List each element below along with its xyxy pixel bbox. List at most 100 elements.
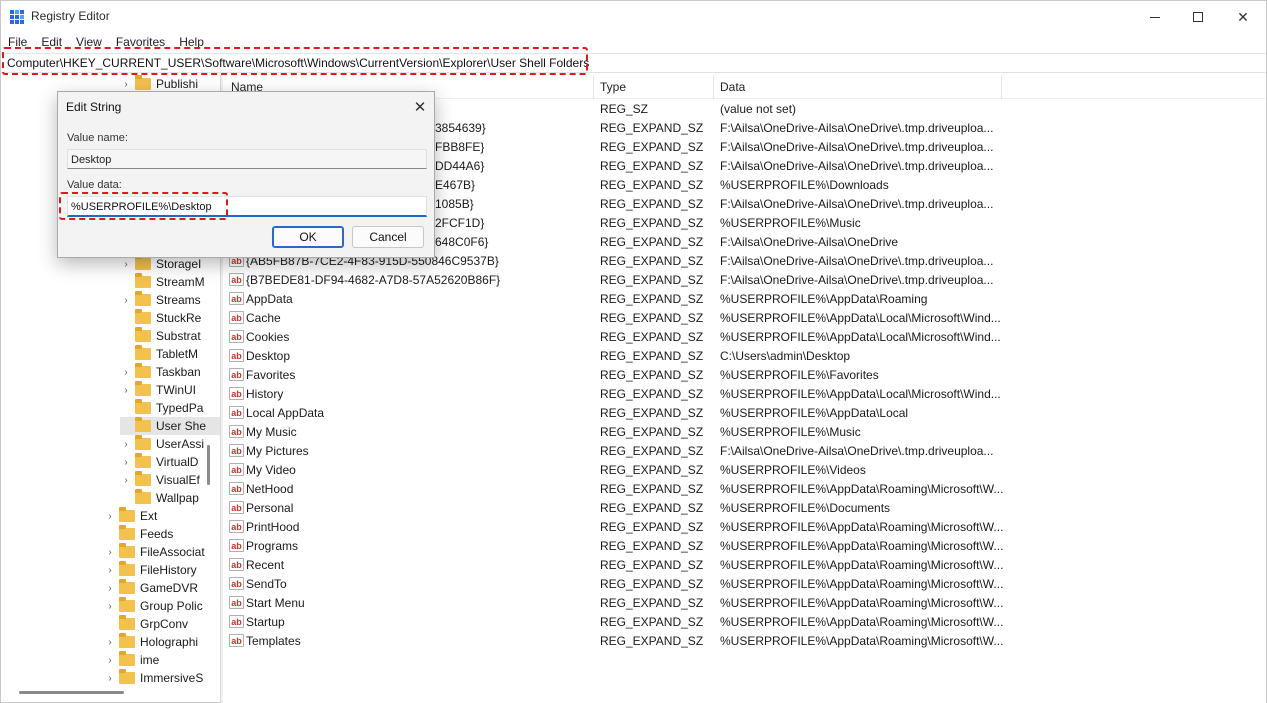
value-name-cell: 1085B} xyxy=(435,194,474,213)
tree-item[interactable]: StuckRe xyxy=(120,309,220,327)
column-divider[interactable] xyxy=(593,75,594,99)
value-row[interactable]: ab My Music REG_EXPAND_SZ %USERPROFILE%\Mus… xyxy=(223,422,1003,441)
tree-item[interactable]: › FileAssociat xyxy=(104,543,220,561)
menu-file[interactable]: File xyxy=(1,33,34,51)
tree-item[interactable]: Substrat xyxy=(120,327,220,345)
chevron-right-icon[interactable]: › xyxy=(120,439,132,450)
tree-item[interactable]: › TWinUI xyxy=(120,381,220,399)
value-row[interactable]: ab Programs REG_EXPAND_SZ %USERPROFILE%\App… xyxy=(223,536,1003,555)
value-row[interactable]: ab Favorites REG_EXPAND_SZ %USERPROFILE%\Fa… xyxy=(223,365,1003,384)
value-type: REG_EXPAND_SZ xyxy=(600,235,704,249)
value-name-label: Value name: xyxy=(67,132,128,144)
tree-item[interactable]: › Streams xyxy=(120,291,220,309)
chevron-right-icon[interactable]: › xyxy=(104,655,116,666)
value-row[interactable]: ab Desktop REG_EXPAND_SZ C:\Users\admin\Des… xyxy=(223,346,1003,365)
value-type: REG_EXPAND_SZ xyxy=(600,159,704,173)
value-row[interactable]: ab Personal REG_EXPAND_SZ %USERPROFILE%\Doc… xyxy=(223,498,1003,517)
column-header-data[interactable]: Data xyxy=(720,80,745,94)
tree-item[interactable]: › Taskban xyxy=(120,363,220,381)
chevron-right-icon[interactable]: › xyxy=(120,79,132,90)
value-row[interactable]: ab Cookies REG_EXPAND_SZ %USERPROFILE%\AppD… xyxy=(223,327,1003,346)
chevron-right-icon[interactable]: › xyxy=(120,295,132,306)
menu-view[interactable]: View xyxy=(69,33,109,51)
minimize-button[interactable] xyxy=(1132,1,1178,33)
tree-item[interactable]: GrpConv xyxy=(104,615,220,633)
menu-help[interactable]: Help xyxy=(172,33,211,51)
value-data: %USERPROFILE%\AppData\Roaming xyxy=(720,292,928,306)
chevron-right-icon[interactable]: › xyxy=(104,637,116,648)
column-header-type[interactable]: Type xyxy=(600,80,626,94)
value-name-cell: ab Cache xyxy=(229,308,281,327)
value-row[interactable]: ab AppData REG_EXPAND_SZ %USERPROFILE%\AppD… xyxy=(223,289,1003,308)
value-row[interactable]: ab Cache REG_EXPAND_SZ %USERPROFILE%\AppDat… xyxy=(223,308,1003,327)
value-row[interactable]: ab Templates REG_EXPAND_SZ %USERPROFILE%\Ap… xyxy=(223,631,1003,650)
chevron-right-icon[interactable]: › xyxy=(120,457,132,468)
chevron-right-icon[interactable]: › xyxy=(120,475,132,486)
address-path[interactable]: Computer\HKEY_CURRENT_USER\Software\Micr… xyxy=(7,56,589,70)
value-row[interactable]: ab History REG_EXPAND_SZ %USERPROFILE%\AppD… xyxy=(223,384,1003,403)
tree-item[interactable]: › VisualEf xyxy=(120,471,220,489)
value-row[interactable]: ab {B7BEDE81-DF94-4682-A7D8-57A52620B86F}… xyxy=(223,270,1003,289)
chevron-right-icon[interactable]: › xyxy=(120,367,132,378)
tree-item[interactable]: › ime xyxy=(104,651,220,669)
chevron-right-icon[interactable]: › xyxy=(120,385,132,396)
column-divider[interactable] xyxy=(1001,75,1002,99)
tree-item[interactable]: › FileHistory xyxy=(104,561,220,579)
value-name-cell: ab Desktop xyxy=(229,346,290,365)
value-name-cell: ab My Pictures xyxy=(229,441,309,460)
tree-item[interactable]: › GameDVR xyxy=(104,579,220,597)
value-name-cell: ab PrintHood xyxy=(229,517,299,536)
chevron-right-icon[interactable]: › xyxy=(104,511,116,522)
value-row[interactable]: ab My Video REG_EXPAND_SZ %USERPROFILE%\Vid… xyxy=(223,460,1003,479)
tree-item[interactable]: TabletM xyxy=(120,345,220,363)
tree-horizontal-scrollbar[interactable] xyxy=(19,691,124,694)
tree-item[interactable]: › VirtualD xyxy=(120,453,220,471)
tree-vertical-scrollbar[interactable] xyxy=(207,445,210,485)
address-bar[interactable]: Computer\HKEY_CURRENT_USER\Software\Micr… xyxy=(1,53,1266,73)
tree-item[interactable]: › Holographi xyxy=(104,633,220,651)
chevron-right-icon[interactable]: › xyxy=(104,601,116,612)
value-row[interactable]: ab My Pictures REG_EXPAND_SZ F:\Ailsa\OneDr… xyxy=(223,441,1003,460)
folder-icon xyxy=(119,543,135,558)
tree-item[interactable]: › Ext xyxy=(104,507,220,525)
ok-button[interactable]: OK xyxy=(272,226,344,248)
tree-item[interactable]: TypedPa xyxy=(120,399,220,417)
maximize-button[interactable] xyxy=(1175,1,1221,33)
value-name-cell: FBB8FE} xyxy=(435,137,484,156)
value-row[interactable]: ab NetHood REG_EXPAND_SZ %USERPROFILE%\AppD… xyxy=(223,479,1003,498)
value-row[interactable]: ab SendTo REG_EXPAND_SZ %USERPROFILE%\AppDa… xyxy=(223,574,1003,593)
tree-item[interactable]: StreamM xyxy=(120,273,220,291)
tree-item[interactable]: User She xyxy=(120,417,220,435)
value-name-cell: DD44A6} xyxy=(435,156,484,175)
tree-item[interactable]: › Group Polic xyxy=(104,597,220,615)
value-data-input[interactable]: %USERPROFILE%\Desktop xyxy=(67,196,427,217)
chevron-right-icon[interactable]: › xyxy=(104,673,116,684)
chevron-right-icon[interactable]: › xyxy=(120,259,132,270)
chevron-right-icon[interactable]: › xyxy=(104,547,116,558)
value-row[interactable]: ab Local AppData REG_EXPAND_SZ %USERPROFILE… xyxy=(223,403,1003,422)
value-type: REG_EXPAND_SZ xyxy=(600,349,704,363)
tree-item[interactable]: Feeds xyxy=(104,525,220,543)
value-data: %USERPROFILE%\Favorites xyxy=(720,368,879,382)
chevron-right-icon[interactable]: › xyxy=(104,565,116,576)
value-row[interactable]: ab Start Menu REG_EXPAND_SZ %USERPROFILE%\A… xyxy=(223,593,1003,612)
tree-item[interactable]: › ImmersiveS xyxy=(104,669,220,687)
tree-item[interactable]: Wallpap xyxy=(120,489,220,507)
value-data: %USERPROFILE%\Documents xyxy=(720,501,891,515)
tree-item[interactable]: › UserAssi xyxy=(120,435,220,453)
value-row[interactable]: ab Recent REG_EXPAND_SZ %USERPROFILE%\AppDa… xyxy=(223,555,1003,574)
chevron-right-icon[interactable]: › xyxy=(104,583,116,594)
dialog-close-button[interactable]: ✕ xyxy=(410,97,430,117)
value-data: %USERPROFILE%\AppData\Roaming\Microsoft\… xyxy=(720,482,1004,496)
value-name: NetHood xyxy=(246,481,294,496)
folder-icon xyxy=(135,417,151,432)
value-name: Cache xyxy=(246,310,281,325)
cancel-button[interactable]: Cancel xyxy=(352,226,424,248)
menu-favorites[interactable]: Favorites xyxy=(109,33,172,51)
column-divider[interactable] xyxy=(713,75,714,99)
close-button[interactable]: ✕ xyxy=(1220,1,1266,33)
menu-edit[interactable]: Edit xyxy=(34,33,69,51)
value-row[interactable]: ab Startup REG_EXPAND_SZ %USERPROFILE%\AppD… xyxy=(223,612,1003,631)
value-row[interactable]: ab PrintHood REG_EXPAND_SZ %USERPROFILE%\Ap… xyxy=(223,517,1003,536)
folder-icon xyxy=(135,345,151,360)
